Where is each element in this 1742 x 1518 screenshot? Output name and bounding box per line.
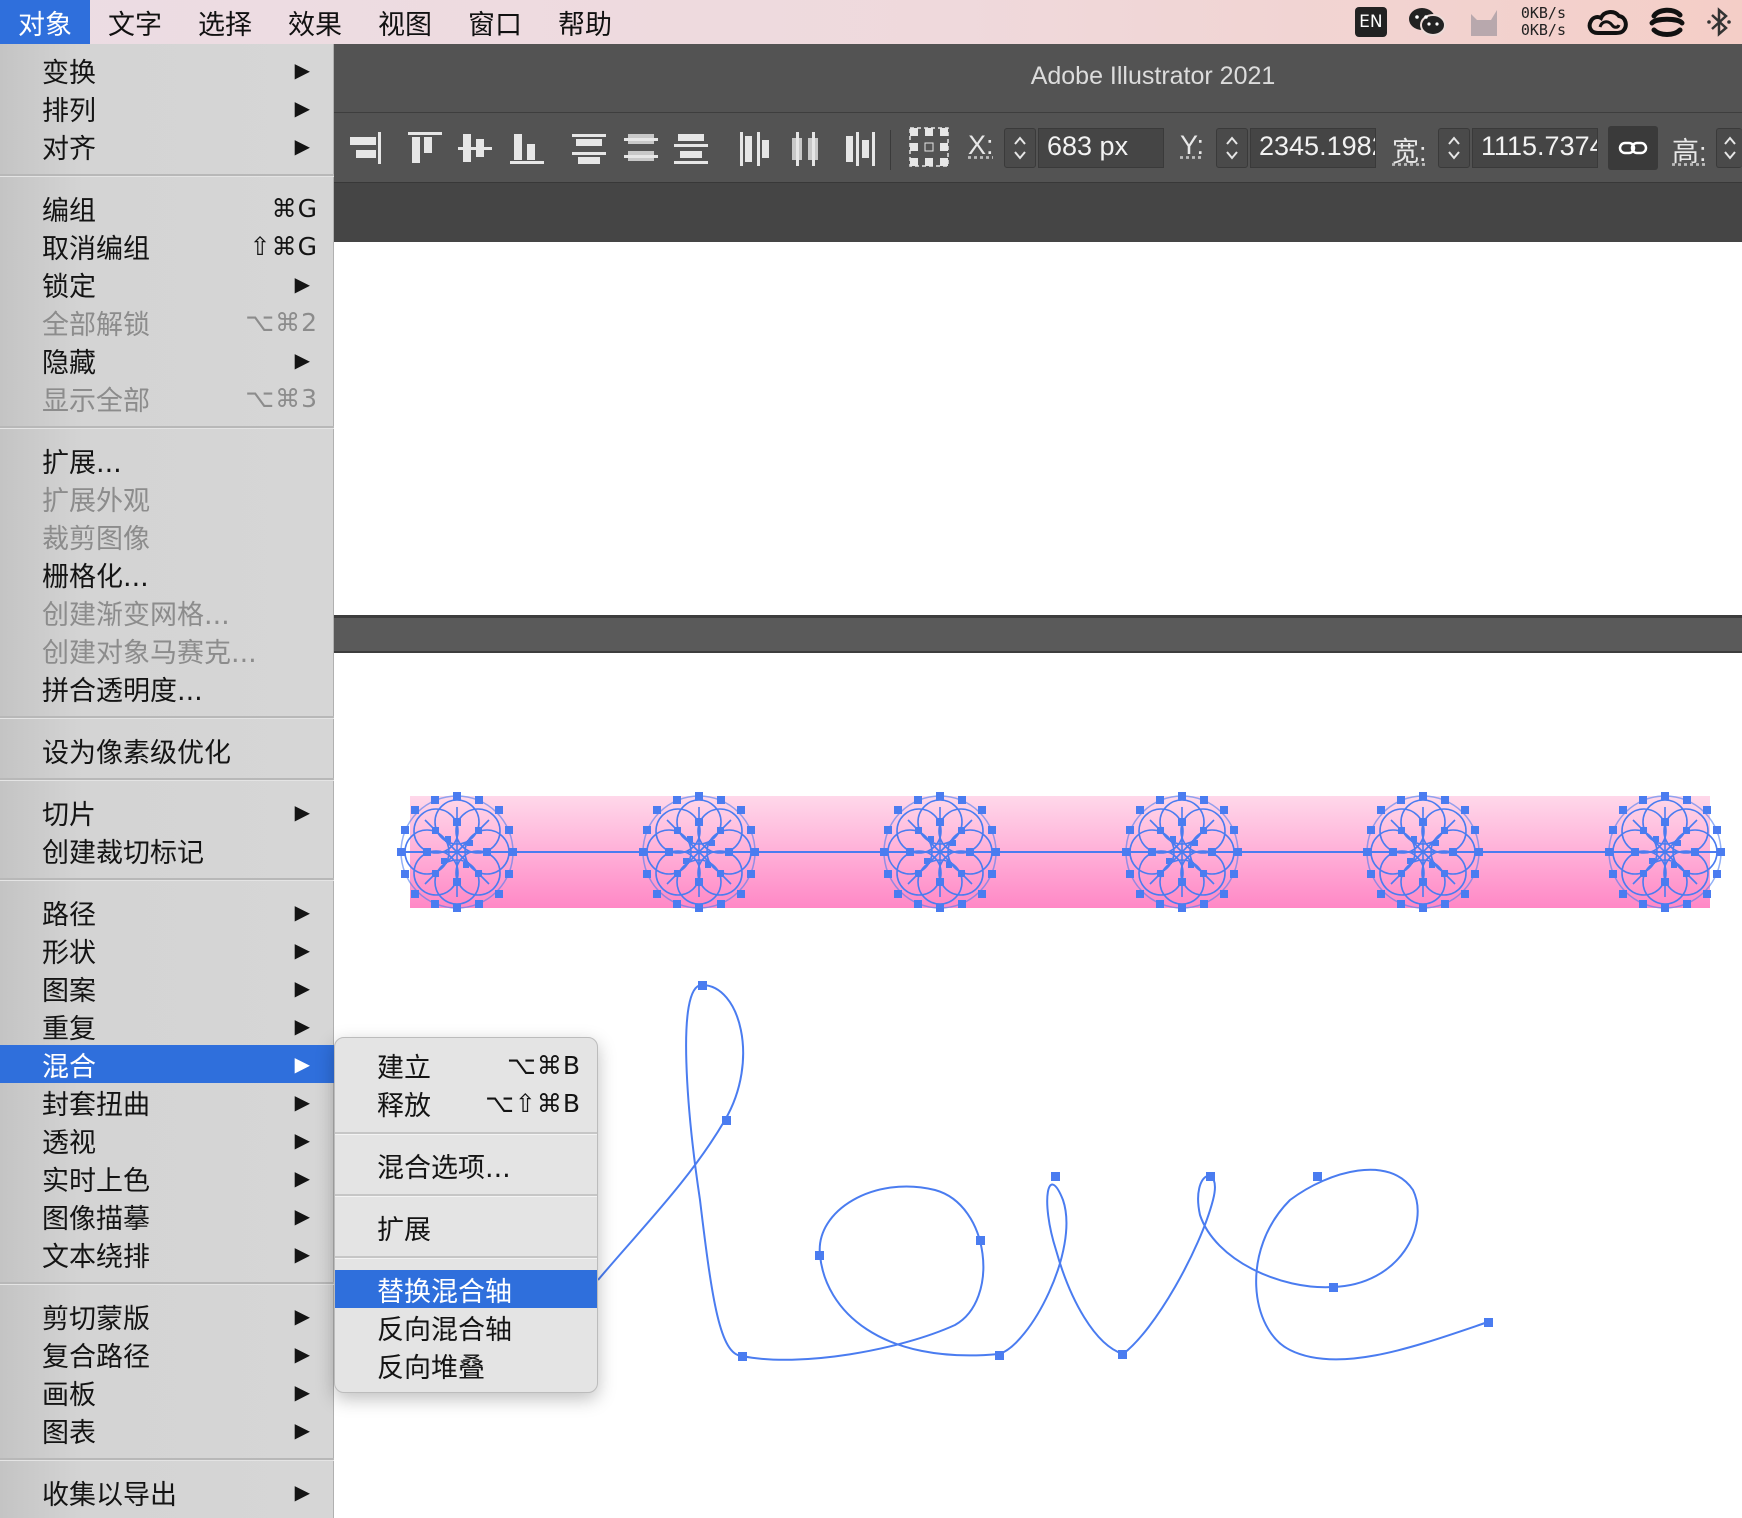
- menu-item-text-wrap[interactable]: 文本绕排 ▶: [0, 1235, 334, 1273]
- menu-item-live-paint[interactable]: 实时上色 ▶: [0, 1159, 334, 1197]
- menu-separator: [0, 1282, 334, 1285]
- menu-item-arrange[interactable]: 排列 ▶: [0, 89, 334, 127]
- menu-item-create-trim-marks[interactable]: 创建裁切标记: [0, 831, 334, 869]
- blend-object-flower[interactable]: [879, 791, 1001, 913]
- submenu-arrow-icon: ▶: [294, 134, 310, 158]
- menu-separator: [0, 716, 334, 719]
- blend-submenu: 建立 ⌥⌘B 释放 ⌥⇧⌘B 混合选项... 扩展 替换混合轴 反向混合轴 反向堆叠: [334, 1037, 598, 1393]
- menu-item-expand-appearance: 扩展外观: [42, 485, 150, 517]
- submenu-arrow-icon: ▶: [294, 58, 310, 82]
- menu-item-slice[interactable]: 切片 ▶: [0, 793, 334, 831]
- menu-item-rasterize[interactable]: 栅格化...: [0, 555, 334, 593]
- menu-item-group[interactable]: 编组 ⌘G: [0, 189, 334, 227]
- menu-separator: [0, 778, 334, 781]
- menu-item-show-all: 显示全部 ⌥⌘3: [42, 383, 318, 417]
- submenu-arrow-icon: ▶: [294, 800, 310, 824]
- submenu-arrow-icon: ▶: [294, 1342, 310, 1366]
- love-path[interactable]: [597, 983, 1489, 1361]
- object-menu: 变换 ▶ 排列 ▶ 对齐 ▶ 编组 ⌘G 取消编组 ⇧⌘G 锁定 ▶ 全部解锁 ⌥⌘2 隐藏 ▶…: [0, 44, 334, 1518]
- menu-item-transform[interactable]: 变换 ▶: [0, 51, 334, 89]
- blend-object-flower[interactable]: [396, 791, 518, 913]
- submenu-item-reverse-spine[interactable]: 反向混合轴: [335, 1308, 597, 1346]
- submenu-arrow-icon: ▶: [294, 1242, 310, 1266]
- blend-object-flower[interactable]: [1604, 791, 1726, 913]
- submenu-arrow-icon: ▶: [294, 1480, 310, 1504]
- menu-separator: [0, 1458, 334, 1461]
- menu-separator: [0, 878, 334, 881]
- menu-item-align[interactable]: 对齐 ▶: [0, 127, 334, 165]
- submenu-arrow-icon: ▶: [294, 1166, 310, 1190]
- menu-separator: [335, 1256, 597, 1259]
- menu-item-graph[interactable]: 图表 ▶: [0, 1411, 334, 1449]
- menu-item-clipping-mask[interactable]: 剪切蒙版 ▶: [0, 1297, 334, 1335]
- menu-item-ungroup[interactable]: 取消编组 ⇧⌘G: [0, 227, 334, 265]
- submenu-item-make[interactable]: 建立 ⌥⌘B: [335, 1046, 597, 1084]
- menu-item-compound-path[interactable]: 复合路径 ▶: [0, 1335, 334, 1373]
- menu-item-unlock-all: 全部解锁 ⌥⌘2: [42, 307, 318, 341]
- blend-object-flower[interactable]: [1121, 791, 1243, 913]
- blend-object-flower[interactable]: [638, 791, 760, 913]
- menu-item-repeat[interactable]: 重复 ▶: [0, 1007, 334, 1045]
- menu-item-make-pixel-perfect[interactable]: 设为像素级优化: [0, 731, 334, 769]
- menu-item-envelope-distort[interactable]: 封套扭曲 ▶: [0, 1083, 334, 1121]
- submenu-arrow-icon: ▶: [294, 938, 310, 962]
- menu-item-lock[interactable]: 锁定 ▶: [0, 265, 334, 303]
- submenu-item-blend-options[interactable]: 混合选项...: [335, 1146, 597, 1184]
- submenu-arrow-icon: ▶: [294, 1380, 310, 1404]
- submenu-item-replace-spine[interactable]: 替换混合轴: [335, 1270, 597, 1308]
- submenu-item-expand[interactable]: 扩展: [335, 1208, 597, 1246]
- love-path-anchors: [698, 981, 1493, 1361]
- submenu-arrow-icon: ▶: [294, 1304, 310, 1328]
- menu-separator: [335, 1132, 597, 1135]
- menu-item-expand[interactable]: 扩展...: [0, 441, 334, 479]
- menu-separator: [0, 426, 334, 429]
- menu-item-crop-image: 裁剪图像: [42, 523, 150, 555]
- menu-item-path[interactable]: 路径 ▶: [0, 893, 334, 931]
- menu-separator: [0, 174, 334, 177]
- menu-item-blend[interactable]: 混合 ▶: [0, 1045, 334, 1083]
- submenu-item-release[interactable]: 释放 ⌥⇧⌘B: [335, 1084, 597, 1122]
- submenu-arrow-icon: ▶: [294, 1418, 310, 1442]
- submenu-arrow-icon: ▶: [294, 272, 310, 296]
- menu-item-artboards[interactable]: 画板 ▶: [0, 1373, 334, 1411]
- submenu-arrow-icon: ▶: [294, 1052, 310, 1076]
- submenu-arrow-icon: ▶: [294, 96, 310, 120]
- menu-item-collect-for-export[interactable]: 收集以导出 ▶: [0, 1473, 334, 1511]
- submenu-arrow-icon: ▶: [294, 1128, 310, 1152]
- menu-item-create-object-mosaic: 创建对象马赛克...: [42, 637, 257, 669]
- submenu-arrow-icon: ▶: [294, 976, 310, 1000]
- menu-item-perspective[interactable]: 透视 ▶: [0, 1121, 334, 1159]
- menu-item-pattern[interactable]: 图案 ▶: [0, 969, 334, 1007]
- blend-object-flower[interactable]: [1362, 791, 1484, 913]
- submenu-arrow-icon: ▶: [294, 900, 310, 924]
- menu-item-image-trace[interactable]: 图像描摹 ▶: [0, 1197, 334, 1235]
- submenu-item-reverse-front-to-back[interactable]: 反向堆叠: [335, 1346, 597, 1384]
- submenu-arrow-icon: ▶: [294, 1204, 310, 1228]
- submenu-arrow-icon: ▶: [294, 348, 310, 372]
- submenu-arrow-icon: ▶: [294, 1014, 310, 1038]
- menu-item-create-gradient-mesh: 创建渐变网格...: [42, 599, 230, 631]
- menu-item-shape[interactable]: 形状 ▶: [0, 931, 334, 969]
- menu-item-flatten-transparency[interactable]: 拼合透明度...: [0, 669, 334, 707]
- submenu-arrow-icon: ▶: [294, 1090, 310, 1114]
- menu-separator: [335, 1194, 597, 1197]
- menu-item-hide[interactable]: 隐藏 ▶: [0, 341, 334, 379]
